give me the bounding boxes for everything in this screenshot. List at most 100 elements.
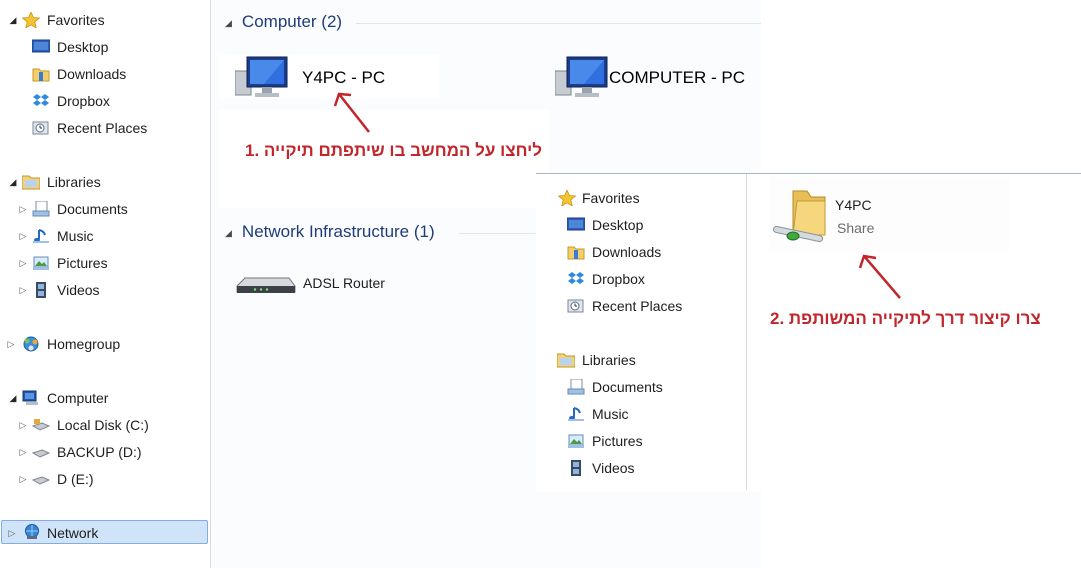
videos-icon xyxy=(571,460,581,476)
downloads-folder-icon xyxy=(32,68,50,82)
nav-libraries[interactable]: Libraries xyxy=(536,348,746,372)
nav-label: Music xyxy=(57,228,94,244)
nav-label: Recent Places xyxy=(592,298,683,314)
documents-icon xyxy=(32,201,50,217)
navigation-pane: ◢ Favorites Desktop Downloads Dropbox Re… xyxy=(0,0,211,568)
nav-item-dropbox[interactable]: Dropbox xyxy=(0,89,210,113)
nav-item-documents[interactable]: Documents xyxy=(536,375,746,399)
nav-label: Pictures xyxy=(57,255,108,271)
network-icon xyxy=(25,524,39,539)
expand-arrow-icon[interactable]: ▷ xyxy=(18,224,28,248)
drive-icon xyxy=(32,476,50,485)
expand-arrow-icon[interactable]: ▷ xyxy=(6,332,16,356)
expand-arrow-icon[interactable]: ▷ xyxy=(7,521,17,545)
nav-label: Videos xyxy=(592,460,635,476)
nav-label: Pictures xyxy=(592,433,643,449)
pc-monitor-icon xyxy=(235,56,288,97)
desktop-icon xyxy=(567,217,585,231)
nav-item-desktop[interactable]: Desktop xyxy=(0,35,210,59)
computer-name: COMPUTER - PC xyxy=(609,68,745,87)
collapse-arrow-icon[interactable]: ◢ xyxy=(225,18,232,28)
group-header-computer[interactable]: ◢ Computer (2) xyxy=(225,10,342,34)
videos-icon xyxy=(36,282,46,298)
shared-folder-tile[interactable]: Y4PC Share xyxy=(769,177,1009,253)
nav-label: Favorites xyxy=(582,190,640,206)
router-icon xyxy=(236,277,296,293)
group-header-network-infrastructure[interactable]: ◢ Network Infrastructure (1) xyxy=(225,220,435,244)
nav-label: Documents xyxy=(592,379,663,395)
expand-arrow-icon[interactable]: ▷ xyxy=(18,251,28,275)
group-title: Computer (2) xyxy=(241,12,343,31)
nav-label: Libraries xyxy=(582,352,636,368)
computer-icon xyxy=(22,390,38,405)
nav-item-pictures[interactable]: ▷ Pictures xyxy=(0,251,210,275)
nav-label: Libraries xyxy=(47,174,101,190)
pc-monitor-icon xyxy=(555,56,608,97)
nav-item-music[interactable]: ▷ Music xyxy=(0,224,210,248)
collapse-arrow-icon[interactable]: ◢ xyxy=(8,8,18,32)
nav-label: Favorites xyxy=(47,12,105,28)
share-name: Y4PC xyxy=(835,197,872,213)
collapse-arrow-icon[interactable]: ◢ xyxy=(8,170,18,194)
nav-item-local-disk-c[interactable]: ▷ Local Disk (C:) xyxy=(0,413,210,437)
nav-label: Homegroup xyxy=(47,336,121,352)
drive-icon xyxy=(32,449,50,458)
nav-item-downloads[interactable]: Downloads xyxy=(0,62,210,86)
nav-network[interactable]: ▷ Network xyxy=(1,520,208,544)
nav-item-backup-d[interactable]: ▷ BACKUP (D:) xyxy=(0,440,210,464)
shared-folder-icon xyxy=(773,190,826,243)
dropbox-icon xyxy=(568,272,584,284)
nav-label: Desktop xyxy=(592,217,644,233)
expand-arrow-icon[interactable]: ▷ xyxy=(18,278,28,302)
group-title: Network Infrastructure (1) xyxy=(241,222,435,241)
nav-homegroup[interactable]: ▷ Homegroup xyxy=(0,332,210,356)
router-tile[interactable]: ADSL Router xyxy=(231,268,431,302)
share-type: Share xyxy=(837,220,875,236)
nav-item-videos[interactable]: Videos xyxy=(536,456,746,480)
nav-item-d-e[interactable]: ▷ D (E:) xyxy=(0,467,210,491)
nav-item-desktop[interactable]: Desktop xyxy=(536,213,746,237)
nav-label: Videos xyxy=(57,282,100,298)
documents-icon xyxy=(567,379,585,395)
expand-arrow-icon[interactable]: ▷ xyxy=(18,413,28,437)
nav-item-downloads[interactable]: Downloads xyxy=(536,240,746,264)
nav-label: Network xyxy=(47,525,99,541)
nav-label: Dropbox xyxy=(592,271,645,287)
collapse-arrow-icon[interactable]: ◢ xyxy=(225,228,232,238)
desktop-icon xyxy=(32,39,50,53)
expand-arrow-icon[interactable]: ▷ xyxy=(18,467,28,491)
nav-libraries[interactable]: ◢ Libraries xyxy=(0,170,210,194)
nav-item-music[interactable]: Music xyxy=(536,402,746,426)
expand-arrow-icon[interactable]: ▷ xyxy=(18,197,28,221)
nav-computer[interactable]: ◢ Computer xyxy=(0,386,210,410)
nav-item-videos[interactable]: ▷ Videos xyxy=(0,278,210,302)
nav-label: Local Disk (C:) xyxy=(57,417,149,433)
nav-label: Downloads xyxy=(592,244,662,260)
recent-places-icon xyxy=(32,121,49,135)
homegroup-icon xyxy=(23,336,39,352)
nav-favorites[interactable]: Favorites xyxy=(536,186,746,210)
nav-label: Computer xyxy=(47,390,109,406)
downloads-folder-icon xyxy=(567,246,585,260)
overlay-navigation-pane: Favorites Desktop Downloads Dropbox Rece… xyxy=(536,174,747,490)
router-name: ADSL Router xyxy=(303,275,385,291)
group-divider xyxy=(356,23,761,24)
nav-favorites[interactable]: ◢ Favorites xyxy=(0,8,210,32)
red-arrow-icon xyxy=(858,254,901,299)
music-icon xyxy=(568,407,584,421)
nav-item-recent-places[interactable]: Recent Places xyxy=(0,116,210,140)
nav-item-dropbox[interactable]: Dropbox xyxy=(536,267,746,291)
nav-item-documents[interactable]: ▷ Documents xyxy=(0,197,210,221)
nav-item-recent-places[interactable]: Recent Places xyxy=(536,294,746,318)
blank-area xyxy=(761,491,1081,568)
star-icon xyxy=(558,190,576,206)
music-icon xyxy=(33,229,49,243)
star-icon xyxy=(22,12,40,28)
collapse-arrow-icon[interactable]: ◢ xyxy=(8,386,18,410)
expand-arrow-icon[interactable]: ▷ xyxy=(18,440,28,464)
nav-item-pictures[interactable]: Pictures xyxy=(536,429,746,453)
computer-name: Y4PC - PC xyxy=(302,68,386,87)
group-divider xyxy=(459,233,536,234)
computer-tile-computer[interactable]: COMPUTER - PC xyxy=(551,55,761,99)
red-arrow-icon xyxy=(333,92,370,133)
